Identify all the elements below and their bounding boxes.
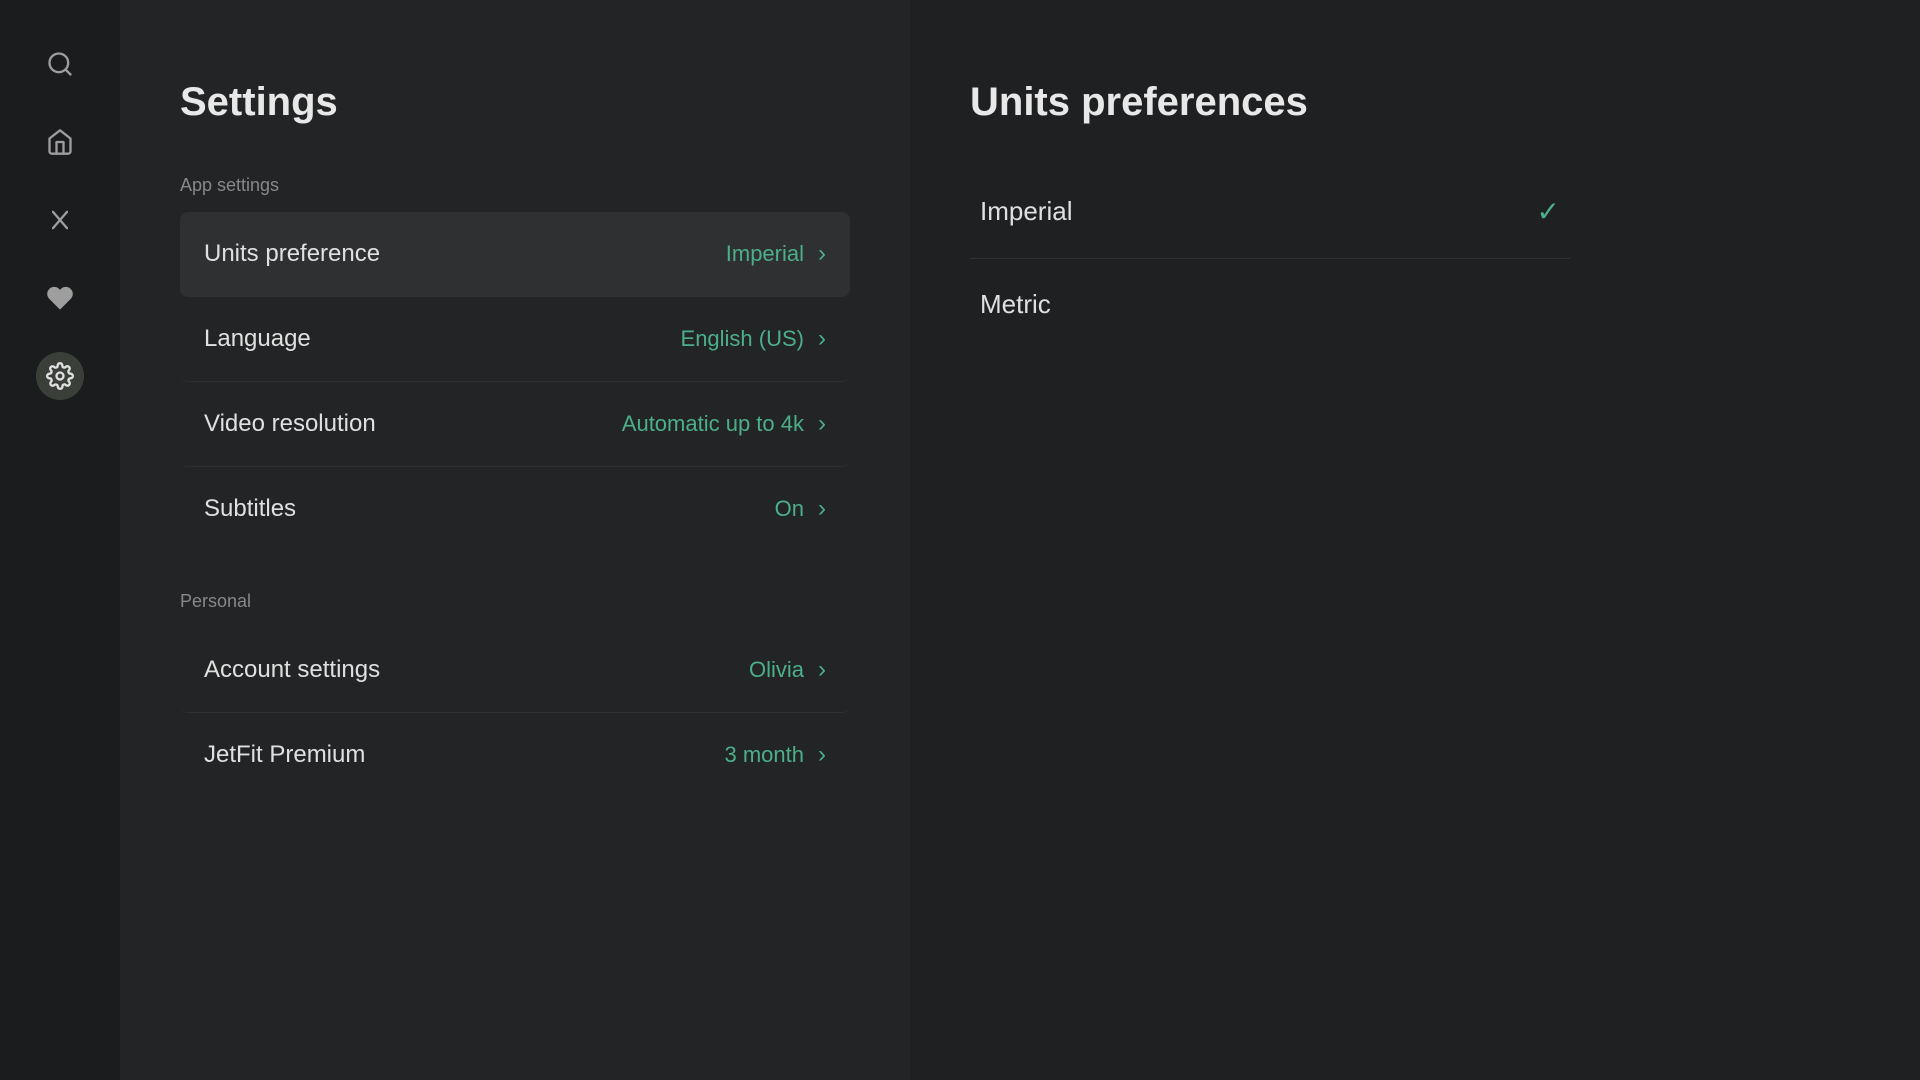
language-right: English (US) › (681, 325, 826, 353)
subtitles-chevron: › (818, 495, 826, 523)
account-settings-item[interactable]: Account settings Olivia › (180, 628, 850, 713)
imperial-option[interactable]: Imperial ✓ (970, 165, 1570, 259)
search-icon[interactable] (36, 40, 84, 88)
language-value: English (US) (681, 326, 804, 352)
language-chevron: › (818, 325, 826, 353)
imperial-check-icon: ✓ (1537, 195, 1560, 228)
personal-list: Account settings Olivia › JetFit Premium… (180, 628, 850, 797)
jetfit-premium-chevron: › (818, 741, 826, 769)
app-settings-list: Units preference Imperial › Language Eng… (180, 212, 850, 551)
jetfit-premium-item[interactable]: JetFit Premium 3 month › (180, 713, 850, 797)
units-preference-chevron: › (818, 240, 826, 268)
subtitles-value: On (775, 496, 804, 522)
language-label: Language (204, 325, 311, 353)
units-options-list: Imperial ✓ Metric (970, 165, 1570, 350)
video-resolution-value: Automatic up to 4k (622, 411, 804, 437)
account-settings-value: Olivia (749, 657, 804, 683)
subtitles-right: On › (775, 495, 826, 523)
video-resolution-chevron: › (818, 410, 826, 438)
jetfit-premium-value: 3 month (725, 742, 805, 768)
metric-option[interactable]: Metric (970, 259, 1570, 350)
language-item[interactable]: Language English (US) › (180, 297, 850, 382)
jetfit-premium-label: JetFit Premium (204, 741, 365, 769)
video-resolution-right: Automatic up to 4k › (622, 410, 826, 438)
video-resolution-label: Video resolution (204, 410, 376, 438)
account-settings-chevron: › (818, 656, 826, 684)
account-settings-label: Account settings (204, 656, 380, 684)
subtitles-label: Subtitles (204, 495, 296, 523)
right-panel-title: Units preferences (970, 80, 1860, 125)
metric-label: Metric (980, 289, 1051, 320)
account-settings-right: Olivia › (749, 656, 826, 684)
settings-panel: Settings App settings Units preference I… (120, 0, 910, 1080)
jetfit-premium-right: 3 month › (725, 741, 827, 769)
main-content: Settings App settings Units preference I… (120, 0, 1920, 1080)
video-resolution-item[interactable]: Video resolution Automatic up to 4k › (180, 382, 850, 467)
app-settings-label: App settings (180, 175, 850, 196)
workout-icon[interactable] (36, 196, 84, 244)
personal-section: Personal Account settings Olivia › JetFi… (180, 591, 850, 797)
settings-title: Settings (180, 80, 850, 125)
units-preference-right: Imperial › (726, 240, 826, 268)
app-settings-section: App settings Units preference Imperial ›… (180, 175, 850, 551)
units-preference-value: Imperial (726, 241, 804, 267)
right-panel: Units preferences Imperial ✓ Metric (910, 0, 1920, 1080)
personal-label: Personal (180, 591, 850, 612)
sidebar (0, 0, 120, 1080)
home-icon[interactable] (36, 118, 84, 166)
subtitles-item[interactable]: Subtitles On › (180, 467, 850, 551)
units-preference-label: Units preference (204, 240, 380, 268)
settings-icon[interactable] (36, 352, 84, 400)
imperial-label: Imperial (980, 196, 1072, 227)
favorites-icon[interactable] (36, 274, 84, 322)
units-preference-item[interactable]: Units preference Imperial › (180, 212, 850, 297)
